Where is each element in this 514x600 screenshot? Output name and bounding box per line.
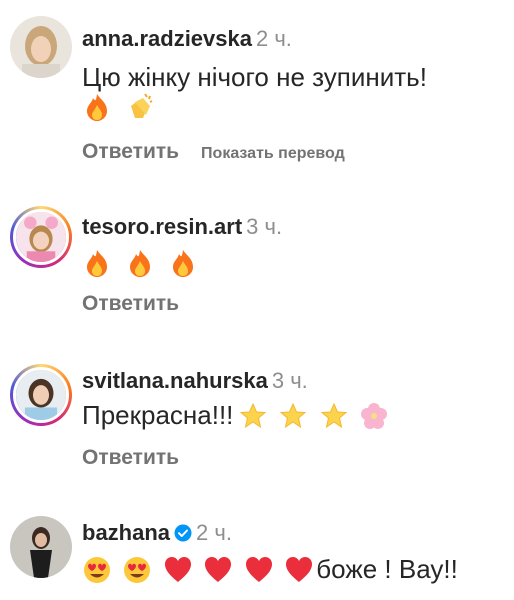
avatar-photo-icon <box>16 370 66 420</box>
fire-emoji-icon <box>130 250 151 278</box>
reply-button[interactable]: Ответить <box>82 292 179 315</box>
glowing-star-emoji-icon <box>280 402 307 428</box>
timestamp: 3 ч. <box>246 214 283 239</box>
glowing-star-emoji-icon <box>239 402 267 428</box>
comment-text: Цю жінку нічого не зупинить! <box>82 62 427 92</box>
avatar[interactable] <box>10 206 72 268</box>
avatar-photo-icon <box>10 16 72 78</box>
cherry-blossom-emoji-icon <box>361 402 388 429</box>
timestamp: 3 ч. <box>271 368 308 393</box>
glowing-star-emoji-icon <box>320 402 348 428</box>
username[interactable]: bazhana <box>82 520 170 545</box>
fire-emoji-icon <box>87 250 107 278</box>
avatar[interactable] <box>10 516 72 578</box>
red-heart-emoji-icon <box>205 556 232 582</box>
avatar[interactable] <box>10 16 72 78</box>
fire-emoji-icon <box>173 250 194 278</box>
username[interactable]: tesoro.resin.art <box>82 214 242 239</box>
reply-button[interactable]: Ответить <box>82 446 179 469</box>
username[interactable]: anna.radzievska <box>82 26 252 51</box>
timestamp: 2 ч. <box>196 520 232 545</box>
red-heart-emoji-icon <box>245 556 272 582</box>
avatar-photo-icon <box>16 212 66 262</box>
avatar-photo-icon <box>10 516 72 578</box>
emoji-row <box>82 92 161 122</box>
red-heart-emoji-icon <box>164 556 191 582</box>
heart-eyes-emoji-icon <box>124 556 151 583</box>
show-translation-button[interactable]: Показать перевод <box>201 145 345 162</box>
comment-body: Прекрасна!!! <box>82 400 395 431</box>
avatar[interactable] <box>10 364 72 426</box>
clapping-hands-emoji-icon <box>131 93 153 119</box>
reply-button[interactable]: Ответить <box>82 140 179 163</box>
fire-emoji-icon <box>87 94 107 122</box>
timestamp: 2 ч. <box>255 26 292 51</box>
red-heart-emoji-icon <box>286 556 313 582</box>
comment-text: Прекрасна!!! <box>82 400 234 430</box>
heart-eyes-emoji-icon <box>84 556 110 583</box>
username[interactable]: svitlana.nahurska <box>82 368 268 393</box>
comment-text: боже ! Вау!! <box>316 554 458 584</box>
comment-body: боже ! Вау!! <box>82 554 458 585</box>
verified-badge-icon <box>174 524 192 542</box>
emoji-row <box>82 248 204 278</box>
